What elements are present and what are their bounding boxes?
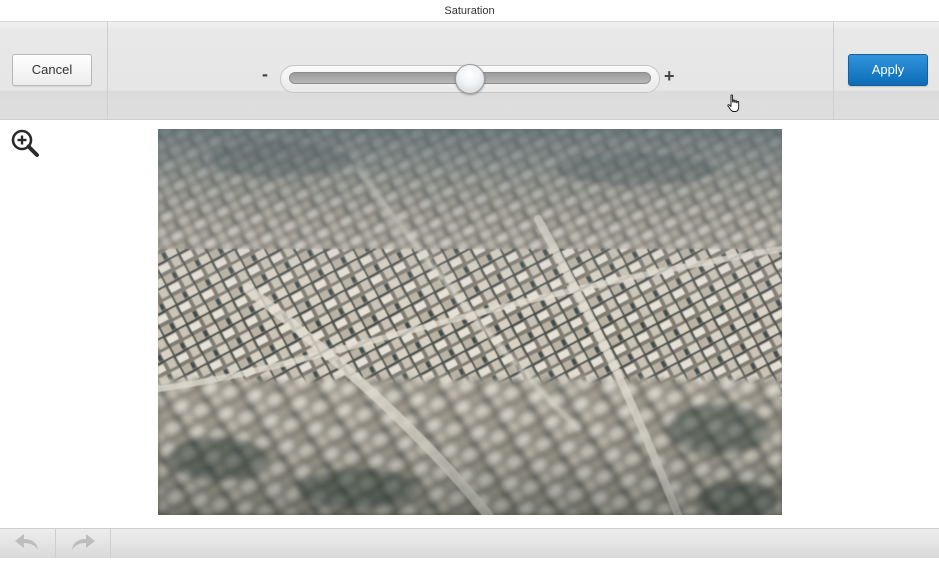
increase-saturation-label[interactable]: + — [664, 66, 675, 86]
toolbar: Cancel Apply - + — [0, 22, 939, 120]
bottom-bar — [0, 528, 939, 558]
slider-thumb[interactable] — [455, 64, 485, 94]
hand-pointer-icon — [727, 94, 740, 112]
aerial-city-image — [158, 129, 782, 515]
cancel-button[interactable]: Cancel — [12, 54, 92, 86]
redo-arrow-icon — [72, 534, 95, 550]
apply-button[interactable]: Apply — [848, 54, 928, 86]
undo-button[interactable] — [0, 529, 56, 558]
undo-arrow-icon — [15, 534, 38, 550]
edited-photo — [158, 129, 782, 515]
zoom-in-icon[interactable] — [10, 128, 40, 158]
saturation-slider[interactable] — [280, 64, 660, 94]
window-title: Saturation — [0, 0, 939, 22]
decrease-saturation-label[interactable]: - — [262, 64, 268, 84]
redo-button[interactable] — [56, 529, 111, 558]
